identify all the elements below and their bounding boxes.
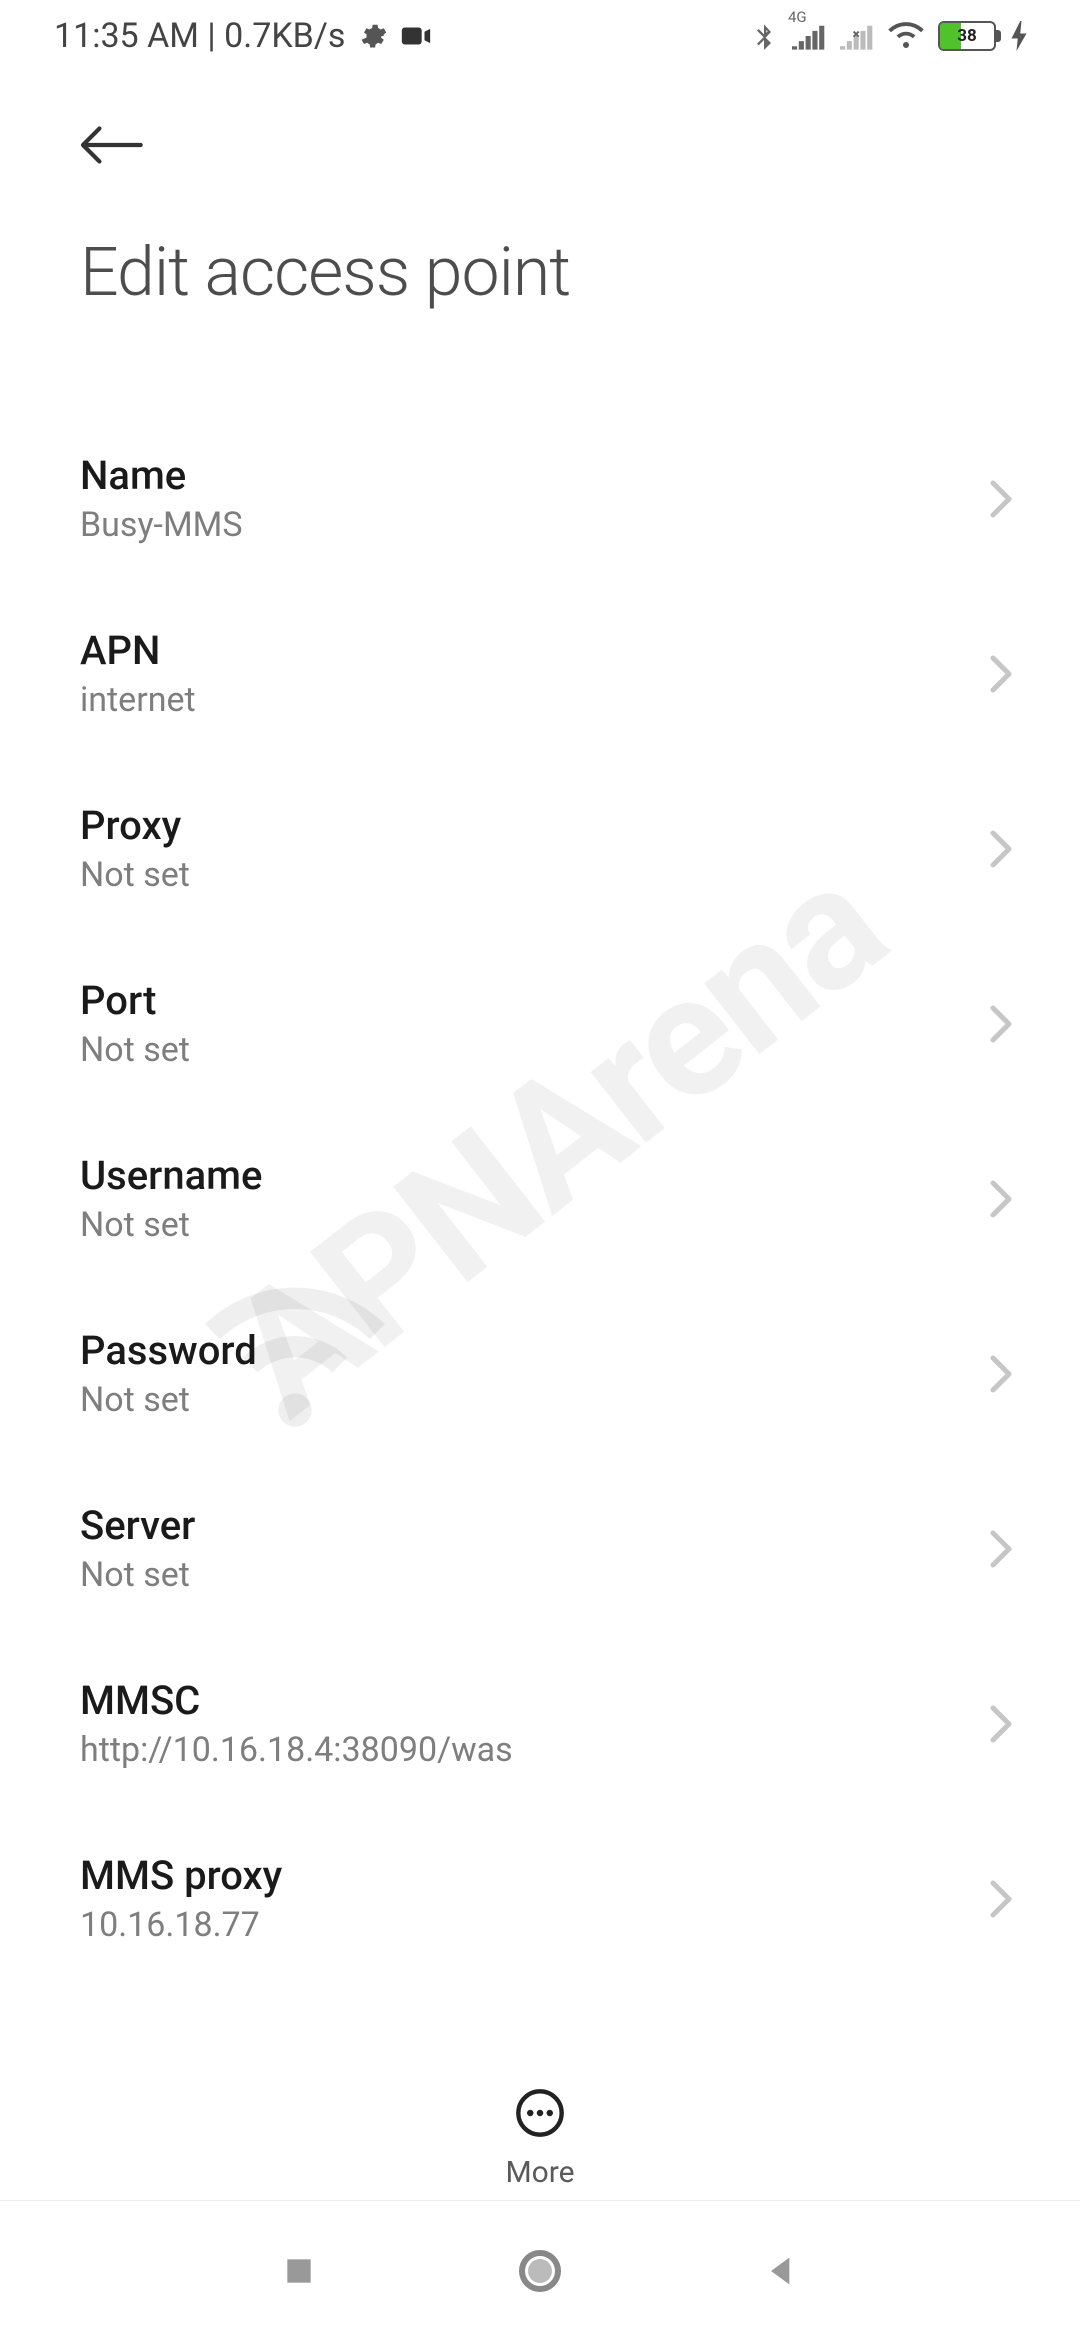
- chevron-right-icon: [988, 654, 1022, 694]
- setting-label: Port: [80, 977, 190, 1024]
- setting-value: Busy-MMS: [80, 505, 243, 545]
- setting-row-server[interactable]: Server Not set: [80, 1462, 1022, 1637]
- status-time-rate: 11:35 AM | 0.7KB/s: [54, 16, 345, 56]
- setting-label: MMS proxy: [80, 1852, 282, 1899]
- setting-value: Not set: [80, 855, 190, 895]
- setting-value: Not set: [80, 1555, 195, 1595]
- setting-row-proxy[interactable]: Proxy Not set: [80, 762, 1022, 937]
- setting-row-username[interactable]: Username Not set: [80, 1112, 1022, 1287]
- more-label: More: [505, 2155, 574, 2190]
- setting-value: internet: [80, 680, 196, 720]
- more-dots-icon: [514, 2087, 566, 2143]
- setting-row-mms-proxy[interactable]: MMS proxy 10.16.18.77: [80, 1812, 1022, 1987]
- setting-value: Not set: [80, 1030, 190, 1070]
- signal-no-sim-icon: [840, 22, 874, 50]
- setting-label: Name: [80, 452, 243, 499]
- chevron-right-icon: [988, 1179, 1022, 1219]
- setting-value: Not set: [80, 1205, 262, 1245]
- setting-label: Username: [80, 1152, 262, 1199]
- setting-row-apn[interactable]: APN internet: [80, 587, 1022, 762]
- setting-label: Server: [80, 1502, 195, 1549]
- setting-value: http://10.16.18.4:38090/was: [80, 1730, 513, 1770]
- status-right-group: 4G 38: [750, 19, 1028, 53]
- setting-row-name[interactable]: Name Busy-MMS: [80, 412, 1022, 587]
- chevron-right-icon: [988, 1529, 1022, 1569]
- bluetooth-icon: [750, 19, 778, 53]
- charging-bolt-icon: [1010, 21, 1028, 51]
- nav-home-button[interactable]: [516, 2247, 564, 2295]
- page-title: Edit access point: [0, 192, 1080, 352]
- setting-label: Proxy: [80, 802, 190, 849]
- chevron-right-icon: [988, 1354, 1022, 1394]
- back-arrow-icon[interactable]: [78, 121, 144, 173]
- settings-list: Name Busy-MMS APN internet Proxy Not set…: [0, 352, 1080, 1987]
- setting-label: Password: [80, 1327, 257, 1374]
- nav-recents-button[interactable]: [279, 2251, 319, 2291]
- wifi-icon: [888, 21, 924, 51]
- status-left-group: 11:35 AM | 0.7KB/s: [54, 16, 433, 56]
- setting-row-port[interactable]: Port Not set: [80, 937, 1022, 1112]
- chevron-right-icon: [988, 829, 1022, 869]
- chevron-right-icon: [988, 1704, 1022, 1744]
- setting-row-mmsc[interactable]: MMSC http://10.16.18.4:38090/was: [80, 1637, 1022, 1812]
- more-button[interactable]: More: [0, 2051, 1080, 2190]
- setting-row-password[interactable]: Password Not set: [80, 1287, 1022, 1462]
- gear-icon: [357, 21, 387, 51]
- signal-4g-icon: 4G: [792, 22, 826, 50]
- chevron-right-icon: [988, 1004, 1022, 1044]
- battery-icon: 38: [938, 21, 996, 51]
- chevron-right-icon: [988, 1879, 1022, 1919]
- setting-value: 10.16.18.77: [80, 1905, 282, 1945]
- signal-4g-label: 4G: [788, 8, 807, 26]
- back-row: [0, 102, 1080, 192]
- chevron-right-icon: [988, 479, 1022, 519]
- setting-value: Not set: [80, 1380, 257, 1420]
- video-camera-icon: [399, 19, 433, 53]
- nav-back-button[interactable]: [761, 2251, 801, 2291]
- system-nav-bar: [0, 2200, 1080, 2340]
- battery-percent: 38: [940, 26, 994, 46]
- setting-label: MMSC: [80, 1677, 513, 1724]
- setting-label: APN: [80, 627, 196, 674]
- status-bar: 11:35 AM | 0.7KB/s 4G 38: [0, 0, 1080, 72]
